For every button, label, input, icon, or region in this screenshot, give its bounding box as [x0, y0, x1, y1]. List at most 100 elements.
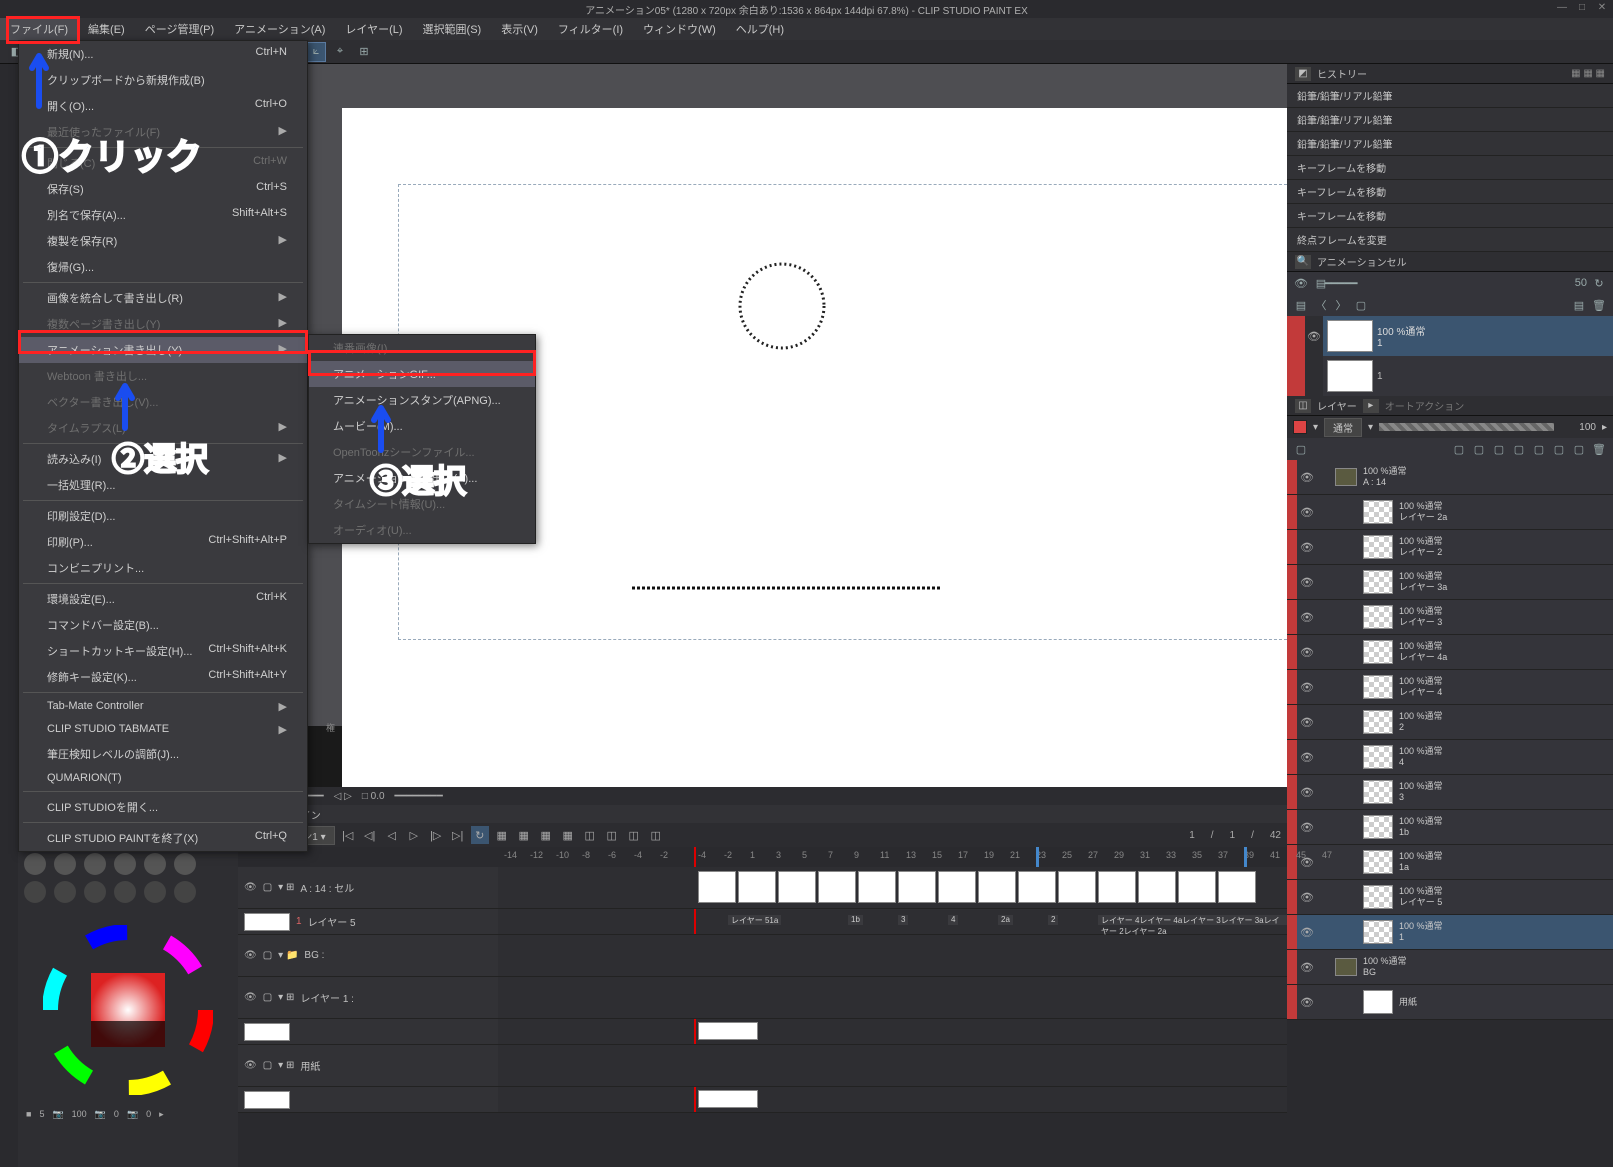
newcel-icon[interactable]: ▤	[1293, 298, 1309, 312]
timeline-ruler[interactable]: -14-12-10-8-6-4-2-4-21357911131517192123…	[238, 847, 1287, 867]
brush-size-dot[interactable]	[84, 853, 106, 875]
blend-mode-select[interactable]: 通常	[1324, 418, 1362, 437]
submenu-item[interactable]: OpenToonzシーンファイル...	[309, 439, 535, 465]
layer-row[interactable]: 👁100 %通常1	[1287, 915, 1613, 950]
layer-row[interactable]: 👁100 %通常レイヤー 2	[1287, 530, 1613, 565]
layer-row[interactable]: 👁100 %通常A : 14	[1287, 460, 1613, 495]
prev-icon[interactable]: 〈	[1313, 298, 1329, 312]
history-item[interactable]: 鉛筆/鉛筆/リアル鉛筆	[1287, 132, 1613, 156]
lbtn8-icon[interactable]: ▢	[1571, 442, 1587, 456]
timeline-track[interactable]: 👁▢▾ 📁 BG :	[238, 935, 1287, 977]
file-menu-item[interactable]: コンビニプリント...	[19, 555, 307, 581]
brush-size-dot[interactable]	[114, 853, 136, 875]
minimize-button[interactable]: —	[1555, 2, 1569, 13]
brush-size-dot[interactable]	[24, 853, 46, 875]
file-menu-item[interactable]: 読み込み(I)▶	[19, 446, 307, 472]
eye-icon[interactable]: 👁	[1293, 276, 1309, 290]
tl-b5-icon[interactable]: ◫	[581, 826, 599, 844]
history-tab[interactable]: ◩ ヒストリー ▦ ▦ ▦	[1287, 64, 1613, 84]
tl-last-icon[interactable]: ▷|	[449, 826, 467, 844]
layer-color-chip[interactable]	[1293, 420, 1307, 434]
cel-row-2[interactable]: 1	[1287, 356, 1613, 396]
file-menu-item[interactable]: 保存(S)Ctrl+S	[19, 176, 307, 202]
submenu-item[interactable]: オーディオ(U)...	[309, 517, 535, 543]
settings-icon[interactable]: ▤	[1571, 298, 1587, 312]
history-item[interactable]: キーフレームを移動	[1287, 180, 1613, 204]
layer-row[interactable]: 👁用紙	[1287, 985, 1613, 1020]
refresh-icon[interactable]: ↻	[1591, 276, 1607, 290]
brush-size-dot[interactable]	[114, 881, 136, 903]
layer-tab[interactable]: レイヤー	[1317, 398, 1357, 413]
file-menu-item[interactable]: 複数ページ書き出し(Y)▶	[19, 311, 307, 337]
file-menu-item[interactable]: 復帰(G)...	[19, 254, 307, 280]
snap4-icon[interactable]: ⊞	[354, 42, 374, 62]
tl-b4-icon[interactable]: ▦	[559, 826, 577, 844]
tl-b1-icon[interactable]: ▦	[493, 826, 511, 844]
cel-row-1[interactable]: 👁 100 %通常1	[1287, 316, 1613, 356]
tl-first-icon[interactable]: |◁	[339, 826, 357, 844]
lbtn7-icon[interactable]: ▢	[1551, 442, 1567, 456]
lbtn6-icon[interactable]: ▢	[1531, 442, 1547, 456]
search-icon[interactable]: 🔍	[1295, 255, 1311, 269]
file-menu-item[interactable]: Webtoon 書き出し...	[19, 363, 307, 389]
file-menu-item[interactable]: Tab-Mate Controller▶	[19, 695, 307, 718]
menu-page[interactable]: ページ管理(P)	[135, 18, 224, 40]
snap3-icon[interactable]: ⌖	[330, 42, 350, 62]
lbtn4-icon[interactable]: ▢	[1491, 442, 1507, 456]
lbtn9-icon[interactable]: 🗑	[1591, 442, 1607, 456]
menu-animation[interactable]: アニメーション(A)	[224, 18, 335, 40]
file-menu-item[interactable]: 修飾キー設定(K)...Ctrl+Shift+Alt+Y	[19, 664, 307, 690]
file-menu-item[interactable]: 環境設定(E)...Ctrl+K	[19, 586, 307, 612]
file-menu-item[interactable]: 開く(O)...Ctrl+O	[19, 93, 307, 119]
slider-icon[interactable]: ━━━━━	[1333, 276, 1349, 290]
menu-view[interactable]: 表示(V)	[491, 18, 548, 40]
file-menu-item[interactable]: 画像を統合して書き出し(R)▶	[19, 285, 307, 311]
timeline-track-labels[interactable]: 1 レイヤー 5レイヤー 51a1b342a2レイヤー 4レイヤー 4aレイヤー…	[238, 909, 1287, 935]
file-menu-item[interactable]: 印刷(P)...Ctrl+Shift+Alt+P	[19, 529, 307, 555]
brush-size-dot[interactable]	[144, 853, 166, 875]
file-menu-item[interactable]: コマンドバー設定(B)...	[19, 612, 307, 638]
layer-row[interactable]: 👁100 %通常レイヤー 5	[1287, 880, 1613, 915]
history-item[interactable]: キーフレームを移動	[1287, 204, 1613, 228]
history-item[interactable]: 終点フレームを変更	[1287, 228, 1613, 252]
tl-b3-icon[interactable]: ▦	[537, 826, 555, 844]
file-menu-item[interactable]: クリップボードから新規作成(B)	[19, 67, 307, 93]
brush-size-dot[interactable]	[174, 881, 196, 903]
layer-row[interactable]: 👁100 %通常レイヤー 4	[1287, 670, 1613, 705]
tl-b6-icon[interactable]: ◫	[603, 826, 621, 844]
opacity-slider[interactable]	[1379, 423, 1554, 431]
file-menu-item[interactable]: ショートカットキー設定(H)...Ctrl+Shift+Alt+K	[19, 638, 307, 664]
tl-loop-icon[interactable]: ↻	[471, 826, 489, 844]
menu-filter[interactable]: フィルター(I)	[548, 18, 633, 40]
file-menu-item[interactable]: タイムラプス(L)▶	[19, 415, 307, 441]
file-menu-item[interactable]: 複製を保存(R)▶	[19, 228, 307, 254]
lbtn1-icon[interactable]: ▢	[1293, 442, 1309, 456]
file-menu-item[interactable]: CLIP STUDIOを開く...	[19, 794, 307, 820]
file-menu-item[interactable]: アニメーション書き出し(Y)▶	[19, 337, 307, 363]
maximize-button[interactable]: □	[1575, 2, 1589, 13]
file-menu-item[interactable]: 筆圧検知レベルの調節(J)...	[19, 741, 307, 767]
submenu-item[interactable]: タイムシート情報(U)...	[309, 491, 535, 517]
history-item[interactable]: キーフレームを移動	[1287, 156, 1613, 180]
animcel-tab[interactable]: アニメーションセル	[1317, 254, 1407, 269]
brush-size-dot[interactable]	[24, 881, 46, 903]
trash-icon[interactable]: 🗑	[1591, 298, 1607, 312]
menu-layer[interactable]: レイヤー(L)	[335, 18, 412, 40]
lbtn2-icon[interactable]: ▢	[1451, 442, 1467, 456]
menu-window[interactable]: ウィンドウ(W)	[633, 18, 726, 40]
layer-row[interactable]: 👁100 %通常レイヤー 2a	[1287, 495, 1613, 530]
brush-size-dot[interactable]	[54, 853, 76, 875]
brush-size-dot[interactable]	[84, 881, 106, 903]
next-icon[interactable]: 〉	[1333, 298, 1349, 312]
layer-row[interactable]: 👁100 %通常レイヤー 3	[1287, 600, 1613, 635]
color-wheel[interactable]	[18, 915, 238, 1105]
file-menu-item[interactable]: 閉じる(C)Ctrl+W	[19, 150, 307, 176]
autoaction-tab[interactable]: オートアクション	[1385, 398, 1465, 413]
submenu-item[interactable]: アニメーションGIF...	[309, 361, 535, 387]
brush-size-dot[interactable]	[54, 881, 76, 903]
tl-b7-icon[interactable]: ◫	[625, 826, 643, 844]
layer-row[interactable]: 👁100 %通常1b	[1287, 810, 1613, 845]
layer-row[interactable]: 👁100 %通常3	[1287, 775, 1613, 810]
file-menu-item[interactable]: ベクター書き出し(V)...	[19, 389, 307, 415]
layer-row[interactable]: 👁100 %通常4	[1287, 740, 1613, 775]
